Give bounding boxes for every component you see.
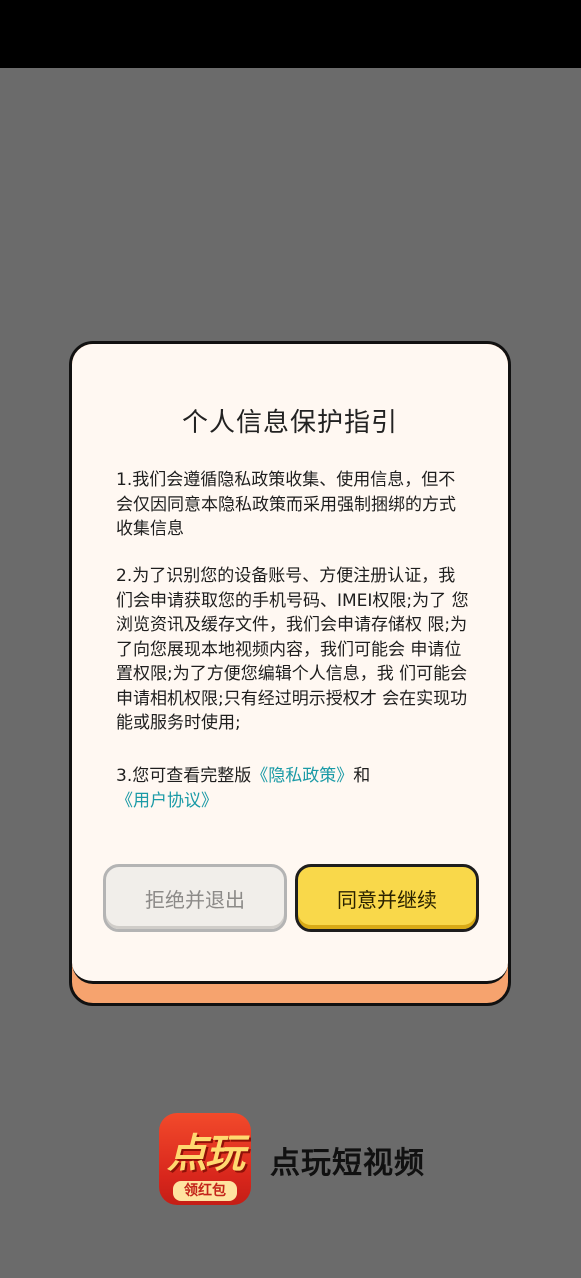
policy-paragraph-3: 3.您可查看完整版《隐私政策》和《用户协议》 (116, 764, 472, 813)
user-agreement-link[interactable]: 《用户协议》 (116, 791, 218, 811)
policy-paragraph-2: 2.为了识别您的设备账号、方便注册认证，我 们会申请获取您的手机号码、IMEI权… (116, 566, 469, 733)
logo-main-text: 点玩 (167, 1131, 245, 1177)
privacy-policy-link[interactable]: 《隐私政策》 (251, 766, 353, 786)
reject-exit-button[interactable]: 拒绝并退出 (103, 864, 287, 932)
paragraph-3-prefix: 3.您可查看完整版 (116, 766, 252, 786)
app-logo: 点玩 领红包 (159, 1113, 251, 1205)
privacy-dialog: 个人信息保护指引 1.我们会遵循隐私政策收集、使用信息，但不会仅因同意本隐私政策… (72, 344, 508, 984)
status-bar (0, 0, 581, 68)
app-name: 点玩短视频 (270, 1146, 425, 1181)
paragraph-3-and: 和 (353, 766, 371, 786)
logo-sub-badge: 领红包 (173, 1181, 237, 1201)
dialog-title: 个人信息保护指引 (181, 408, 398, 438)
agree-continue-button[interactable]: 同意并继续 (295, 864, 479, 932)
policy-paragraph-1: 1.我们会遵循隐私政策收集、使用信息，但不会仅因同意本隐私政策而采用强制捆绑的方… (116, 470, 456, 539)
